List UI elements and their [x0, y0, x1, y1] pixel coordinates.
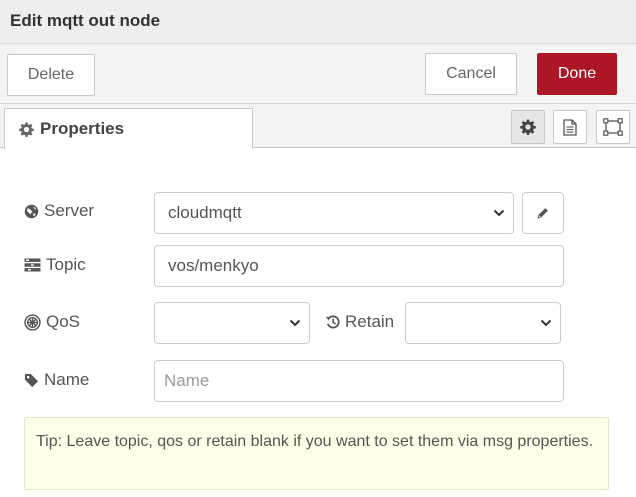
server-label: Server [24, 201, 94, 221]
qos-label: QoS [24, 312, 80, 332]
topic-label: Topic [24, 255, 86, 275]
topic-label-text: Topic [46, 255, 86, 274]
pencil-icon [537, 208, 548, 219]
dialog-titlebar: Edit mqtt out node [0, 0, 636, 44]
tasks-icon [24, 258, 41, 272]
name-input[interactable]: Name [154, 360, 564, 402]
retain-select[interactable] [405, 302, 561, 344]
globe-icon [24, 204, 39, 218]
history-icon [325, 315, 340, 329]
tab-properties-label: Properties [40, 119, 125, 138]
frame-icon [603, 118, 623, 136]
empire-icon [24, 313, 41, 331]
document-icon [563, 118, 577, 136]
gear-icon [19, 121, 34, 137]
cancel-button[interactable]: Cancel [425, 53, 517, 95]
tab-bar: Properties [0, 104, 636, 149]
tab-properties[interactable]: Properties [4, 108, 253, 149]
server-label-text: Server [44, 201, 95, 220]
chevron-down-icon [540, 319, 552, 327]
tab-description-button[interactable] [553, 110, 587, 144]
chevron-down-icon [493, 209, 505, 217]
server-select-value: cloudmqtt [168, 203, 242, 222]
retain-label: Retain [325, 312, 394, 332]
edit-server-button[interactable] [522, 192, 564, 234]
dialog-actionbar: Delete Cancel Done [0, 44, 636, 104]
name-input-placeholder: Name [164, 371, 210, 390]
qos-label-text: QoS [46, 312, 81, 331]
gear-icon [520, 119, 536, 135]
name-label-text: Name [44, 370, 90, 389]
server-select[interactable]: cloudmqtt [154, 192, 514, 234]
tab-node-properties-button[interactable] [511, 110, 545, 144]
dialog-title: Edit mqtt out node [10, 11, 161, 30]
tag-icon [24, 373, 39, 387]
delete-button[interactable]: Delete [7, 54, 95, 96]
done-button[interactable]: Done [537, 53, 617, 95]
topic-input-value: vos/menkyo [168, 256, 259, 275]
qos-select[interactable] [154, 302, 310, 344]
topic-input[interactable]: vos/menkyo [154, 245, 564, 287]
tab-appearance-button[interactable] [596, 110, 630, 144]
retain-label-text: Retain [345, 312, 395, 331]
tip-box: Tip: Leave topic, qos or retain blank if… [24, 417, 609, 490]
name-label: Name [24, 370, 89, 390]
chevron-down-icon [289, 319, 301, 327]
